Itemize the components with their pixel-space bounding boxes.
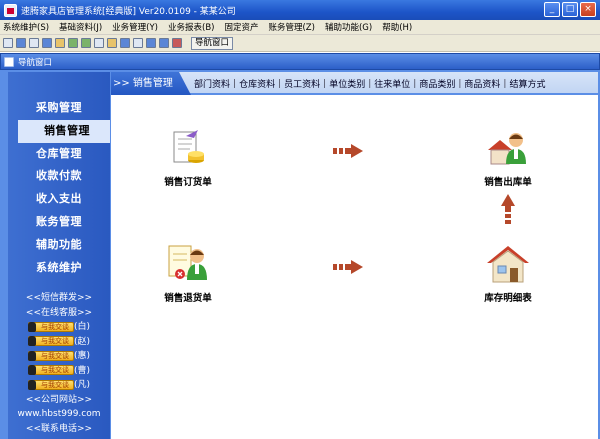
toolbar-save-icon[interactable] (120, 38, 130, 48)
subwindow-title: 导航窗口 (18, 57, 53, 68)
tab-departments[interactable]: 部门资料 (194, 77, 230, 90)
sidebar-item-system[interactable]: 系统维护 (8, 257, 110, 280)
qq-chat-button[interactable]: 与我交谈 (27, 336, 74, 346)
menu-business[interactable]: 业务管理(Y) (112, 21, 158, 33)
tab-employees[interactable]: 员工资料 (284, 77, 320, 90)
sidebar-item-income-expense[interactable]: 收入支出 (8, 188, 110, 211)
menu-basic-data[interactable]: 基础资料(J) (59, 21, 102, 33)
qq-chat-button[interactable]: 与我交谈 (27, 379, 74, 390)
menu-accounts[interactable]: 账务管理(Z) (268, 21, 314, 33)
toolbar-report-icon[interactable] (42, 38, 52, 48)
qq-chat-button[interactable]: 与我交谈 (27, 321, 74, 332)
qq-name: (惠) (73, 351, 91, 361)
arrow-right-icon (333, 260, 363, 274)
toolbar-help-icon[interactable] (159, 38, 169, 48)
sales-outbound-item[interactable]: 销售出库单 (473, 130, 543, 188)
tab-product-categories[interactable]: 商品类别 (419, 77, 455, 90)
qq-name: (曹) (73, 365, 91, 376)
current-module-tab: >> 销售管理 (111, 72, 191, 95)
menu-fixed-assets[interactable]: 固定资产 (224, 21, 258, 33)
toolbar-edit-icon[interactable] (94, 38, 104, 48)
sales-return-label: 销售退货单 (164, 293, 212, 304)
sidebar-item-warehouse[interactable]: 仓库管理 (8, 143, 110, 166)
tab-bar: >> 销售管理 部门资料 | 仓库资料 | 员工资料 | 单位类别 | 往来单位 | 商品… (111, 72, 598, 95)
toolbar-window-icon[interactable] (16, 38, 26, 48)
contact-info: <<短信群发>> <<在线客服>> 与我交谈 (白) 与我交谈 (赵) 与我交谈 (惠… (8, 291, 110, 436)
phone-label: <<联系电话>> (25, 423, 93, 434)
qq-name: (赵) (73, 336, 91, 347)
toolbar-tools-icon[interactable] (68, 38, 78, 48)
tab-unit-categories[interactable]: 单位类别 (329, 77, 365, 90)
minimize-button[interactable]: _ (544, 2, 560, 17)
inventory-detail-label: 库存明细表 (484, 293, 532, 304)
sales-return-item[interactable]: 销售退货单 (153, 244, 223, 304)
subwindow-icon (4, 56, 14, 67)
tab-settlement-methods[interactable]: 结算方式 (509, 77, 545, 90)
arrow-right-icon (333, 144, 363, 158)
main-panel: >> 销售管理 部门资料 | 仓库资料 | 员工资料 | 单位类别 | 往来单位 | 商品… (111, 72, 598, 439)
sales-order-label: 销售订货单 (164, 177, 212, 188)
toolbar-print-icon[interactable] (133, 38, 143, 48)
toolbar-folder-icon[interactable] (55, 38, 65, 48)
close-button[interactable]: × (580, 2, 596, 17)
qq-chat-button[interactable]: 与我交谈 (27, 365, 74, 375)
nav-window-button[interactable]: 导航窗口 (191, 36, 234, 50)
toolbar: 导航窗口 (0, 35, 600, 52)
website-label: <<公司网站>> (25, 394, 93, 405)
menu-help[interactable]: 帮助(H) (382, 21, 412, 33)
sales-outbound-label: 销售出库单 (484, 177, 532, 188)
sales-return-icon (168, 245, 207, 280)
toolbar-new-icon[interactable] (3, 38, 13, 48)
sales-order-item[interactable]: 销售订货单 (153, 130, 223, 188)
sidebar-item-auxiliary[interactable]: 辅助功能 (8, 234, 110, 257)
menu-reports[interactable]: 业务报表(B) (168, 21, 214, 33)
sidebar-item-accounts[interactable]: 账务管理 (8, 211, 110, 234)
qq-chat-button[interactable]: 与我交谈 (27, 350, 74, 361)
tab-products[interactable]: 商品资料 (464, 77, 500, 90)
toolbar-export-icon[interactable] (107, 38, 117, 48)
toolbar-calendar-icon[interactable] (146, 38, 156, 48)
sales-order-icon (173, 130, 204, 163)
qq-name: (凡) (73, 380, 91, 390)
sidebar: 采购管理 销售管理 仓库管理 收款付款 收入支出 账务管理 辅助功能 系统维护 … (8, 72, 110, 439)
qq-name: (白) (73, 322, 91, 332)
inventory-detail-item[interactable]: 库存明细表 (473, 244, 543, 304)
maximize-button[interactable]: □ (562, 2, 578, 17)
sms-link[interactable]: <<短信群发>> (8, 291, 110, 306)
tab-partners[interactable]: 往来单位 (374, 77, 410, 90)
sidebar-item-purchase[interactable]: 采购管理 (8, 97, 110, 120)
menu-system[interactable]: 系统维护(S) (3, 21, 49, 33)
tab-warehouses[interactable]: 仓库资料 (239, 77, 275, 90)
toolbar-users-icon[interactable] (81, 38, 91, 48)
title-bar: 速腾家具店管理系统[经典版] Ver20.0109 - 某某公司 _ □ × (0, 0, 600, 20)
subwindow-title-bar: 导航窗口 (0, 53, 600, 70)
online-service-label: <<在线客服>> (25, 307, 93, 318)
website-link[interactable]: www.hbst999.com (8, 407, 110, 422)
app-icon (4, 3, 17, 17)
sidebar-item-payments[interactable]: 收款付款 (8, 165, 110, 188)
inventory-house-icon (487, 246, 529, 283)
arrow-up-icon (501, 194, 515, 224)
toolbar-list-icon[interactable] (29, 38, 39, 48)
menu-bar: 系统维护(S) 基础资料(J) 业务管理(Y) 业务报表(B) 固定资产 账务管… (0, 20, 600, 35)
menu-auxiliary[interactable]: 辅助功能(G) (325, 21, 372, 33)
sales-outbound-icon (488, 133, 526, 165)
sidebar-item-sales[interactable]: 销售管理 (18, 119, 110, 143)
toolbar-exit-icon[interactable] (172, 38, 182, 48)
window-title: 速腾家具店管理系统[经典版] Ver20.0109 - 某某公司 (21, 6, 236, 17)
